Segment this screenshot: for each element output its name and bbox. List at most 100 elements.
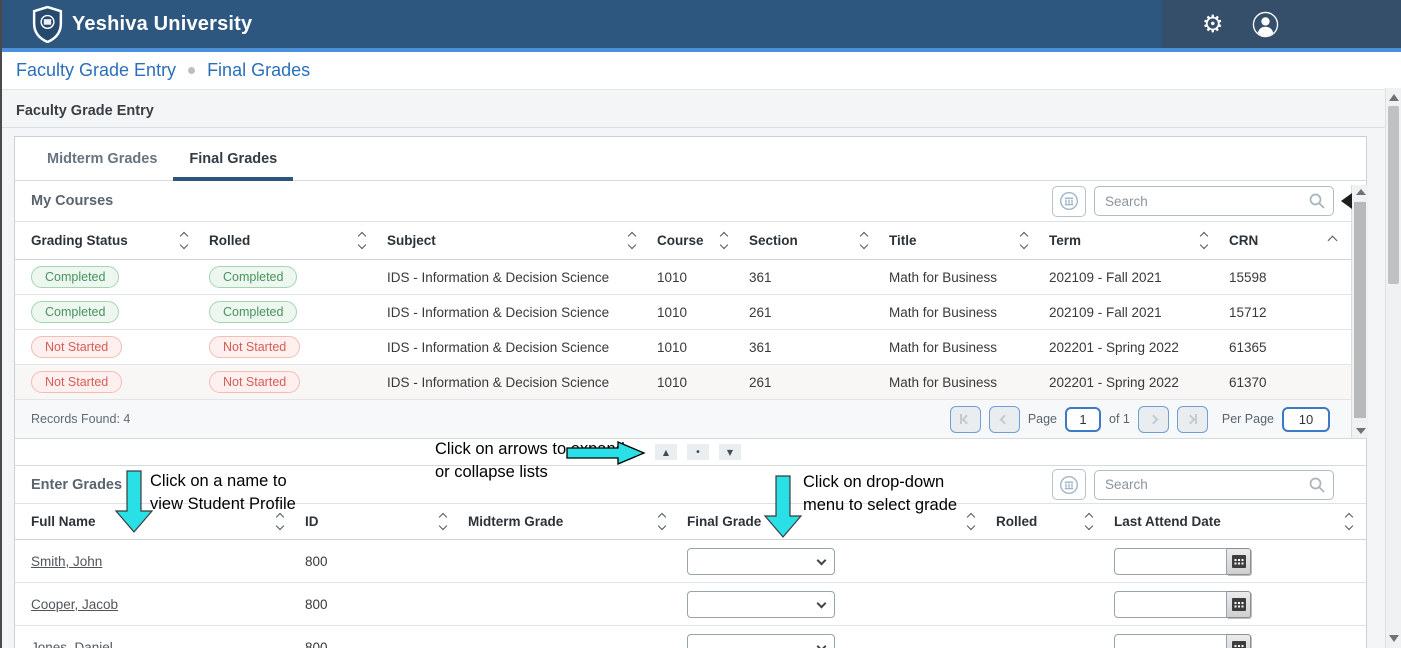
col-title: Title bbox=[889, 233, 917, 248]
page-label: Page bbox=[1028, 412, 1057, 426]
col-section: Section bbox=[749, 233, 798, 248]
students-rows: Smith, John 800 Cooper, J bbox=[15, 540, 1366, 648]
page-scrollbar-thumb[interactable] bbox=[1388, 106, 1399, 284]
final-grade-select[interactable] bbox=[687, 634, 835, 648]
breadcrumb-separator-dot bbox=[188, 67, 195, 74]
courses-scrollbar[interactable] bbox=[1351, 185, 1368, 438]
sort-title-icon[interactable] bbox=[1021, 233, 1027, 248]
last-attend-date-input[interactable] bbox=[1114, 634, 1227, 648]
student-name-link[interactable]: Jones, Daniel bbox=[31, 640, 113, 648]
course-number: 1010 bbox=[657, 305, 749, 320]
page-first-button[interactable] bbox=[950, 406, 981, 433]
last-attend-date-group bbox=[1114, 548, 1366, 575]
sort-section-icon[interactable] bbox=[861, 233, 867, 248]
courses-table-header: Grading Status Rolled Subject Course Sec… bbox=[15, 222, 1366, 260]
tab-final-grades[interactable]: Final Grades bbox=[173, 137, 293, 180]
cyan-down-arrow-dropdown bbox=[763, 475, 803, 539]
my-courses-search bbox=[1094, 186, 1334, 216]
student-name-link[interactable]: Smith, John bbox=[31, 554, 102, 569]
courses-scrollbar-thumb[interactable] bbox=[1354, 202, 1366, 418]
expand-up-icon[interactable]: ▲ bbox=[655, 444, 677, 460]
col-rolled: Rolled bbox=[209, 233, 250, 248]
sort-id-icon[interactable] bbox=[440, 514, 446, 529]
breadcrumb: Faculty Grade Entry Final Grades bbox=[0, 52, 1401, 90]
sort-rolled-2-icon[interactable] bbox=[1086, 514, 1092, 529]
student-id: 800 bbox=[305, 554, 468, 569]
course-title: Math for Business bbox=[889, 305, 1049, 320]
student-id: 800 bbox=[305, 597, 468, 612]
scroll-down-icon[interactable] bbox=[1356, 428, 1366, 434]
saved-searches-button[interactable] bbox=[1052, 186, 1086, 217]
sort-full-name-icon[interactable] bbox=[277, 514, 283, 529]
annotation-dropdown-grade: Click on drop-down menu to select grade bbox=[803, 471, 978, 517]
brand: Yeshiva University bbox=[0, 6, 252, 43]
topbar-icons: ⚙ bbox=[1162, 0, 1401, 48]
page-number-input[interactable] bbox=[1065, 407, 1101, 432]
sort-last-attend-icon[interactable] bbox=[1346, 514, 1352, 529]
enter-grades-controls bbox=[1052, 469, 1334, 500]
last-attend-date-input[interactable] bbox=[1114, 591, 1227, 618]
reset-split-icon[interactable]: • bbox=[687, 444, 709, 460]
page-scroll-up-icon[interactable] bbox=[1389, 94, 1399, 101]
calendar-button[interactable] bbox=[1227, 548, 1251, 575]
course-term: 202201 - Spring 2022 bbox=[1049, 340, 1229, 355]
course-section: 361 bbox=[749, 270, 889, 285]
enter-grades-title: Enter Grades bbox=[31, 477, 122, 493]
final-grade-select[interactable] bbox=[687, 548, 835, 575]
col-id: ID bbox=[305, 514, 319, 529]
calendar-button[interactable] bbox=[1227, 634, 1251, 648]
university-shield-logo bbox=[32, 6, 63, 43]
main-panel: Midterm Grades Final Grades My Courses bbox=[14, 136, 1367, 648]
sort-course-icon[interactable] bbox=[721, 233, 727, 248]
top-app-bar: Yeshiva University ⚙ bbox=[0, 0, 1401, 48]
page-last-button[interactable] bbox=[1177, 406, 1208, 433]
saved-searches-button-2[interactable] bbox=[1052, 469, 1086, 500]
course-row[interactable]: Completed Completed IDS - Information & … bbox=[15, 295, 1366, 330]
user-profile-icon[interactable] bbox=[1252, 11, 1279, 38]
sort-rolled-icon[interactable] bbox=[359, 233, 365, 248]
sort-term-icon[interactable] bbox=[1201, 233, 1207, 248]
tab-midterm-grades[interactable]: Midterm Grades bbox=[31, 137, 173, 180]
course-row[interactable]: Not Started Not Started IDS - Informatio… bbox=[15, 330, 1366, 365]
student-id: 800 bbox=[305, 640, 468, 648]
student-row: Cooper, Jacob 800 bbox=[15, 583, 1366, 626]
page-scrollbar[interactable] bbox=[1385, 88, 1401, 648]
page-next-button[interactable] bbox=[1138, 406, 1169, 433]
enter-grades-search-input[interactable] bbox=[1094, 470, 1334, 500]
course-subject: IDS - Information & Decision Science bbox=[387, 270, 657, 285]
breadcrumb-final-grades[interactable]: Final Grades bbox=[207, 60, 310, 81]
course-title: Math for Business bbox=[889, 270, 1049, 285]
course-row[interactable]: Completed Completed IDS - Information & … bbox=[15, 260, 1366, 295]
col-crn: CRN bbox=[1229, 233, 1258, 248]
calendar-button[interactable] bbox=[1227, 591, 1251, 618]
sort-subject-icon[interactable] bbox=[629, 233, 635, 248]
col-full-name: Full Name bbox=[31, 514, 96, 529]
col-final-grade: Final Grade bbox=[687, 514, 761, 529]
chevron-down-icon bbox=[817, 641, 827, 648]
breadcrumb-faculty-grade-entry[interactable]: Faculty Grade Entry bbox=[16, 60, 176, 81]
last-attend-date-input[interactable] bbox=[1114, 548, 1227, 575]
final-grade-select[interactable] bbox=[687, 591, 835, 618]
student-name-link[interactable]: Cooper, Jacob bbox=[31, 597, 118, 612]
course-row[interactable]: Not Started Not Started IDS - Informatio… bbox=[15, 365, 1366, 400]
collapse-left-icon[interactable] bbox=[1341, 193, 1352, 209]
gear-icon[interactable]: ⚙ bbox=[1202, 12, 1224, 36]
page-prev-button[interactable] bbox=[989, 406, 1020, 433]
calendar-icon bbox=[1232, 555, 1246, 568]
scroll-up-icon[interactable] bbox=[1356, 189, 1366, 195]
rolled-badge: Completed bbox=[209, 266, 297, 288]
course-number: 1010 bbox=[657, 340, 749, 355]
rolled-badge: Not Started bbox=[209, 371, 300, 393]
col-rolled-2: Rolled bbox=[996, 514, 1037, 529]
course-section: 261 bbox=[749, 305, 889, 320]
col-midterm-grade: Midterm Grade bbox=[468, 514, 563, 529]
sort-grading-status-icon[interactable] bbox=[181, 233, 187, 248]
sort-midterm-grade-icon[interactable] bbox=[659, 514, 665, 529]
page-title: Faculty Grade Entry bbox=[16, 103, 154, 119]
page-scroll-down-icon[interactable] bbox=[1389, 635, 1399, 642]
sort-crn-asc-icon[interactable] bbox=[1329, 237, 1336, 244]
my-courses-search-input[interactable] bbox=[1094, 186, 1334, 216]
per-page-input[interactable] bbox=[1282, 407, 1330, 432]
grading-status-badge: Not Started bbox=[31, 336, 122, 358]
collapse-down-icon[interactable]: ▼ bbox=[719, 444, 741, 460]
